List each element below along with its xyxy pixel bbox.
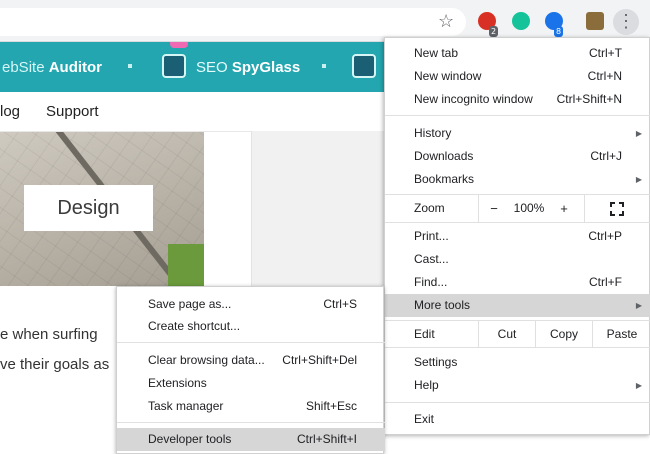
menu-separator <box>117 342 385 343</box>
extension-badge: 2 <box>489 26 499 37</box>
fullscreen-icon <box>610 202 624 216</box>
submenu-item-developer-tools[interactable]: Developer tools Ctrl+Shift+I <box>117 428 385 451</box>
menu-item-more-tools[interactable]: More tools ▶ <box>385 294 650 317</box>
menu-item-label: Developer tools <box>148 432 232 446</box>
menu-item-new-tab[interactable]: New tab Ctrl+T <box>385 42 650 65</box>
photo-grass <box>168 244 204 286</box>
brand-bold: SpyGlass <box>231 59 301 76</box>
brand-prefix: ebSite <box>2 59 49 76</box>
submenu-item-task-manager[interactable]: Task manager Shift+Esc <box>117 395 385 418</box>
nav-support-link[interactable]: Support <box>46 103 99 120</box>
submenu-arrow-icon: ▶ <box>635 129 642 138</box>
menu-item-downloads[interactable]: Downloads Ctrl+J <box>385 145 650 168</box>
copy-button[interactable]: Copy <box>535 321 592 347</box>
menu-item-label: New window <box>414 69 482 83</box>
menu-item-label: Task manager <box>148 399 224 413</box>
menu-item-label: Bookmarks <box>414 172 475 186</box>
paste-button[interactable]: Paste <box>592 321 650 347</box>
brand-prefix: SEO <box>196 59 232 76</box>
design-card-label[interactable]: Design <box>24 185 153 231</box>
zoom-label: Zoom <box>414 201 445 215</box>
menu-item-shortcut: Ctrl+J <box>590 149 622 163</box>
edit-label: Edit <box>414 327 435 341</box>
browser-toolbar: ☆ 2 8 ⋮ <box>0 0 650 42</box>
menu-item-label: Settings <box>414 355 458 369</box>
spyglass-search-icon <box>162 54 186 78</box>
chrome-menu-kebab-icon[interactable]: ⋮ <box>613 9 639 35</box>
menu-item-help[interactable]: Help ▶ <box>385 374 650 397</box>
bookmark-star-icon[interactable]: ☆ <box>438 12 454 30</box>
submenu-arrow-icon: ▶ <box>635 301 642 310</box>
address-bar[interactable] <box>0 8 466 36</box>
menu-item-label: Extensions <box>148 376 207 390</box>
grammarly-icon[interactable] <box>512 12 530 30</box>
menu-item-label: History <box>414 126 452 140</box>
menu-item-find[interactable]: Find... Ctrl+F <box>385 271 650 294</box>
submenu-arrow-icon: ▶ <box>635 175 642 184</box>
more-tools-submenu: Save page as... Ctrl+S Create shortcut..… <box>116 286 385 454</box>
submenu-item-clear-browsing-data[interactable]: Clear browsing data... Ctrl+Shift+Del <box>117 349 385 372</box>
menu-item-label: Clear browsing data... <box>148 353 265 367</box>
zoom-control: − 100% + <box>478 195 578 222</box>
chrome-main-menu: New tab Ctrl+T New window Ctrl+N New inc… <box>384 37 650 435</box>
menu-item-print[interactable]: Print... Ctrl+P <box>385 225 650 248</box>
zoom-level-value: 100% <box>513 201 545 215</box>
brand-bold: Auditor <box>48 59 103 76</box>
menu-item-label: Exit <box>414 412 435 426</box>
cut-button[interactable]: Cut <box>478 321 535 347</box>
menu-item-label: Help <box>414 378 439 392</box>
menu-item-shortcut: Ctrl+Shift+N <box>556 92 622 106</box>
nav-blog-link[interactable]: log <box>0 103 20 120</box>
submenu-item-create-shortcut[interactable]: Create shortcut... <box>117 315 385 338</box>
submenu-arrow-icon: ▶ <box>635 381 642 390</box>
menu-item-shortcut: Ctrl+F <box>589 275 622 289</box>
fullscreen-button[interactable] <box>584 195 650 222</box>
extension-badge: 8 <box>554 26 564 37</box>
menu-item-cast[interactable]: Cast... <box>385 248 650 271</box>
header-divider-dot <box>128 64 132 68</box>
menu-separator <box>385 115 650 116</box>
menu-item-history[interactable]: History ▶ <box>385 122 650 145</box>
menu-separator <box>385 222 650 223</box>
menu-item-label: New incognito window <box>414 92 533 106</box>
seo-spyglass-link[interactable]: SEO SpyGlass <box>196 59 300 76</box>
body-text: ve their goals as <box>0 356 110 373</box>
menu-item-shortcut: Ctrl+Shift+Del <box>282 353 357 367</box>
menu-edit-row: Edit Cut Copy Paste <box>385 321 650 347</box>
menu-item-new-window[interactable]: New window Ctrl+N <box>385 65 650 88</box>
menu-separator <box>117 422 385 423</box>
menu-item-label: Create shortcut... <box>148 319 241 333</box>
menu-item-label: More tools <box>414 298 471 312</box>
menu-item-new-incognito-window[interactable]: New incognito window Ctrl+Shift+N <box>385 88 650 111</box>
zoom-out-button[interactable]: − <box>484 195 504 222</box>
header-divider-dot <box>322 64 326 68</box>
menu-item-label: Cast... <box>414 252 449 266</box>
menu-item-shortcut: Ctrl+S <box>323 297 357 311</box>
header-accent-tab <box>170 42 188 48</box>
zoom-in-button[interactable]: + <box>554 195 574 222</box>
link-assistant-icon[interactable] <box>352 54 376 78</box>
menu-item-label: Downloads <box>414 149 474 163</box>
menu-separator <box>385 402 650 403</box>
menu-item-label: Find... <box>414 275 448 289</box>
submenu-item-save-page[interactable]: Save page as... Ctrl+S <box>117 293 385 316</box>
menu-item-bookmarks[interactable]: Bookmarks ▶ <box>385 168 650 191</box>
menu-item-shortcut: Ctrl+P <box>588 229 622 243</box>
menu-item-label: Save page as... <box>148 297 232 311</box>
menu-item-shortcut: Ctrl+T <box>589 46 622 60</box>
menu-item-exit[interactable]: Exit <box>385 408 650 431</box>
menu-separator <box>385 347 650 348</box>
menu-item-settings[interactable]: Settings <box>385 351 650 374</box>
menu-item-shortcut: Ctrl+Shift+I <box>296 432 357 446</box>
menu-item-label: Print... <box>414 229 449 243</box>
menu-item-label: New tab <box>414 46 459 60</box>
menu-zoom-row: Zoom − 100% + <box>385 195 650 222</box>
menu-item-shortcut: Shift+Esc <box>305 399 357 413</box>
menu-item-shortcut: Ctrl+N <box>587 69 622 83</box>
extension-profile-icon[interactable] <box>586 12 604 30</box>
body-text: e when surfing <box>0 326 98 343</box>
submenu-item-extensions[interactable]: Extensions <box>117 372 385 395</box>
website-auditor-link[interactable]: ebSite Auditor <box>2 59 102 76</box>
